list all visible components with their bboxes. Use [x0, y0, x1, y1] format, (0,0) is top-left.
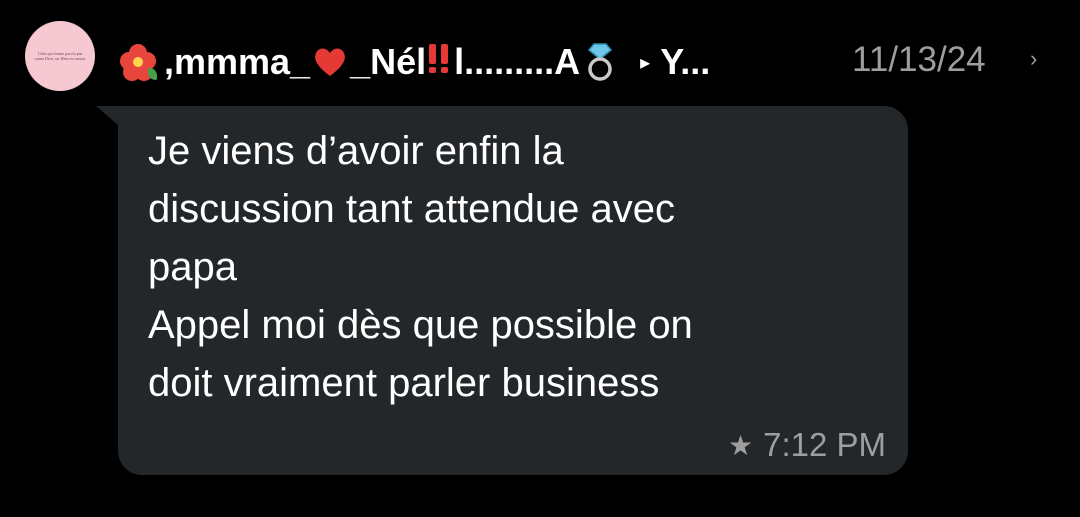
message-text: Je viens d’avoir enfin la discussion tan…: [148, 129, 693, 405]
sender-name-part-3: l.........A: [454, 41, 581, 82]
ring-icon: [584, 42, 616, 82]
message-meta: ★ 7:12 PM: [710, 424, 886, 466]
double-exclamation-icon: [428, 41, 450, 83]
sender-avatar[interactable]: Celui qui n'aime pas n'a pas connu Dieu,…: [25, 21, 95, 91]
star-icon: ★: [727, 428, 754, 462]
chevron-right-icon[interactable]: ›: [1030, 46, 1037, 72]
sender-name-part-2: _Nél: [350, 41, 427, 82]
play-arrow-icon: ▸: [640, 51, 651, 74]
sender-name-part-1: ,mmma_: [164, 41, 311, 82]
hibiscus-icon: [118, 42, 158, 82]
avatar-caption: Celui qui n'aime pas n'a pas connu Dieu,…: [34, 51, 86, 61]
recipient-name[interactable]: Y...: [660, 41, 710, 83]
message-time: 7:12 PM: [763, 426, 886, 463]
sender-name[interactable]: ,mmma_ _Nél l.........A: [118, 41, 616, 83]
message-date: 11/13/24: [852, 40, 986, 79]
red-heart-icon: [312, 44, 348, 80]
